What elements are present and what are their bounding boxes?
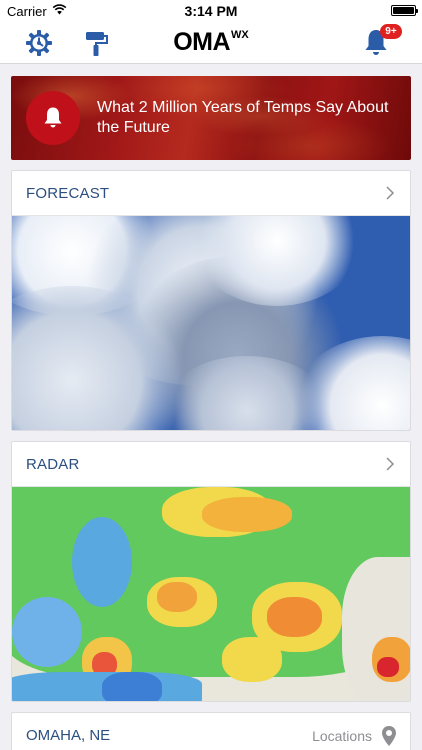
precip-area [102,672,162,701]
precip-area [202,497,292,532]
banner-alert-badge [26,91,80,145]
precip-area [267,597,322,637]
forecast-header[interactable]: FORECAST [12,171,410,216]
location-card: OMAHA, NE Locations [11,712,411,750]
app-logo: OMAWX [0,28,422,57]
map-pin-icon[interactable] [381,725,397,747]
status-bar: Carrier 3:14 PM [0,0,422,22]
precip-area [157,582,197,612]
current-location[interactable]: OMAHA, NE [26,727,110,744]
banner-headline: What 2 Million Years of Temps Say About … [97,99,389,136]
clock: 3:14 PM [184,3,238,19]
bell-icon [44,107,62,128]
radar-header[interactable]: RADAR [12,442,410,487]
battery-icon [391,5,418,16]
notification-badge: 9+ [380,24,402,39]
precip-area [377,657,399,677]
locations-button[interactable]: Locations [312,728,372,744]
forecast-title: FORECAST [26,185,110,202]
precip-area [222,637,282,682]
precip-area [72,517,132,607]
radar-map[interactable] [12,487,410,701]
forecast-sky-image[interactable] [12,216,410,430]
radar-title: RADAR [26,456,80,473]
chevron-right-icon [386,457,395,471]
forecast-card: FORECAST [11,170,411,431]
logo-sup: WX [231,29,249,41]
news-banner[interactable]: What 2 Million Years of Temps Say About … [11,76,411,160]
logo-main: OMA [173,28,231,56]
precip-area [12,597,82,667]
navbar: OMAWX 9+ [0,22,422,64]
chevron-right-icon [386,186,395,200]
radar-card: RADAR [11,441,411,702]
